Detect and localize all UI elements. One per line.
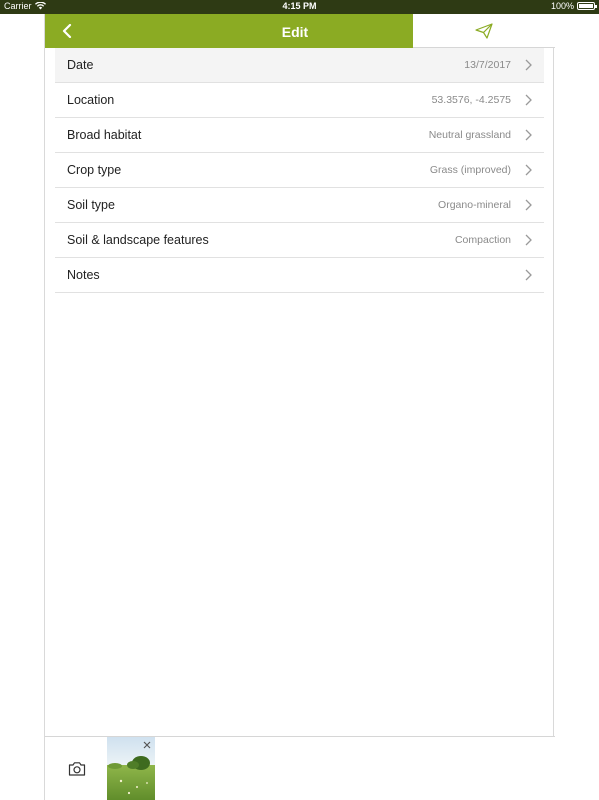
attribute-list: Date 13/7/2017 Location 53.3576, -4.2575…: [55, 48, 544, 293]
row-location[interactable]: Location 53.3576, -4.2575: [55, 83, 544, 118]
row-value: Compaction: [454, 234, 511, 246]
row-label: Soil type: [67, 198, 115, 212]
battery-label: 100%: [550, 1, 574, 11]
send-button[interactable]: [413, 14, 555, 48]
camera-icon: [68, 762, 86, 776]
row-soil-type[interactable]: Soil type Organo-mineral: [55, 188, 544, 223]
chevron-right-icon: [525, 199, 532, 211]
nav-bar-title-area: Edit: [45, 14, 413, 48]
paper-plane-icon: [475, 22, 493, 39]
row-label: Crop type: [67, 163, 122, 177]
photo-thumbnail[interactable]: [107, 737, 155, 800]
row-label: Notes: [67, 268, 100, 282]
nav-bar: Edit: [45, 14, 555, 48]
row-label: Broad habitat: [67, 128, 142, 142]
status-bar: Carrier 4:15 PM 100%: [0, 0, 599, 14]
row-label: Soil & landscape features: [67, 233, 209, 247]
row-crop-type[interactable]: Crop type Grass (improved): [55, 153, 544, 188]
row-value: 13/7/2017: [464, 59, 511, 71]
chevron-right-icon: [525, 94, 532, 106]
battery-indicator: 100%: [550, 1, 597, 11]
remove-photo-icon[interactable]: [142, 740, 152, 750]
row-label: Location: [67, 93, 115, 107]
chevron-right-icon: [525, 129, 532, 141]
chevron-right-icon: [525, 269, 532, 281]
row-value: Organo-mineral: [438, 199, 511, 211]
row-notes[interactable]: Notes: [55, 258, 544, 293]
row-value: Grass (improved): [429, 164, 511, 176]
row-broad-habitat[interactable]: Broad habitat Neutral grassland: [55, 118, 544, 153]
camera-button[interactable]: [67, 759, 87, 779]
photo-footer: [45, 736, 555, 800]
chevron-right-icon: [525, 234, 532, 246]
battery-icon: [577, 2, 597, 10]
row-value: 53.3576, -4.2575: [431, 94, 511, 106]
status-time: 4:15 PM: [282, 1, 317, 11]
row-soil-landscape-features[interactable]: Soil & landscape features Compaction: [55, 223, 544, 258]
row-label: Date: [67, 58, 94, 72]
edit-modal: Edit Date 13/7/2017 Location 53.3576, -4…: [44, 14, 555, 800]
row-value: Neutral grassland: [428, 129, 511, 141]
chevron-right-icon: [525, 59, 532, 71]
chevron-right-icon: [525, 164, 532, 176]
row-date[interactable]: Date 13/7/2017: [55, 48, 544, 83]
